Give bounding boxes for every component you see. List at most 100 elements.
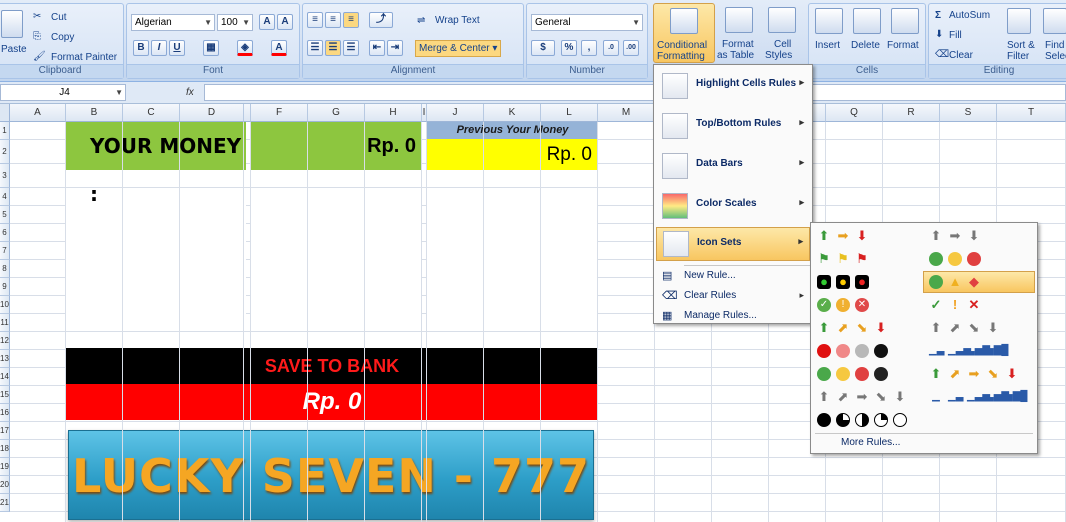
- fill-button[interactable]: Fill: [949, 30, 962, 42]
- font-color-button[interactable]: A: [271, 40, 287, 56]
- column-header[interactable]: K: [484, 104, 541, 122]
- save-to-bank-value[interactable]: Rp. 0: [66, 384, 598, 420]
- increase-decimal-button[interactable]: .0: [603, 40, 619, 56]
- your-money-cell[interactable]: YOUR MONEY :: [66, 122, 246, 206]
- paste-button[interactable]: Paste: [1, 44, 27, 56]
- align-center-button[interactable]: ☰: [325, 40, 341, 56]
- column-header[interactable]: Q: [826, 104, 883, 122]
- column-header[interactable]: R: [883, 104, 940, 122]
- align-bottom-button[interactable]: ≡: [343, 12, 359, 28]
- row-header[interactable]: 13: [0, 350, 10, 368]
- row-header[interactable]: 21: [0, 494, 10, 512]
- sort-filter-label-2[interactable]: Filter: [1007, 51, 1029, 63]
- icon-set-4-arrows-gray[interactable]: ⬆ ⬈ ⬊ ⬇: [929, 319, 1000, 337]
- percent-button[interactable]: %: [561, 40, 577, 56]
- icon-set-5-arrows-gray[interactable]: ⬆ ⬈ ➡ ⬊ ⬇: [817, 388, 907, 406]
- menu-item-top-bottom-rules[interactable]: Top/Bottom Rules ▸: [656, 109, 810, 143]
- orientation-button[interactable]: ⤴: [369, 12, 393, 28]
- icon-set-3-arrows-colored[interactable]: ⬆ ➡ ⬇: [817, 227, 869, 245]
- format-as-table-button[interactable]: Format as Table: [716, 3, 762, 63]
- row-header[interactable]: 6: [0, 224, 10, 242]
- delete-button[interactable]: Delete: [851, 40, 880, 52]
- row-header[interactable]: 10: [0, 296, 10, 314]
- column-header[interactable]: M: [598, 104, 655, 122]
- column-header[interactable]: L: [541, 104, 598, 122]
- icon-set-4-traffic-lights[interactable]: [817, 365, 888, 383]
- align-top-button[interactable]: ≡: [307, 12, 323, 28]
- formula-input[interactable]: [204, 84, 1066, 101]
- icon-set-5-ratings[interactable]: ▁ ▁▃ ▁▃▅ ▃▅▇ ▅▇█: [929, 388, 1027, 406]
- menu-item-icon-sets[interactable]: Icon Sets ▸: [656, 227, 810, 261]
- column-header[interactable]: D: [180, 104, 244, 122]
- format-painter-button[interactable]: Format Painter: [51, 52, 117, 64]
- row-header[interactable]: 16: [0, 404, 10, 422]
- column-header[interactable]: B: [66, 104, 123, 122]
- row-header[interactable]: 5: [0, 206, 10, 224]
- row-header[interactable]: 7: [0, 242, 10, 260]
- clear-button[interactable]: Clear: [949, 50, 973, 62]
- fill-color-button[interactable]: ◈: [237, 40, 253, 56]
- icon-set-5-arrows-colored[interactable]: ⬆ ⬈ ➡ ⬊ ⬇: [929, 365, 1019, 383]
- align-right-button[interactable]: ☰: [343, 40, 359, 56]
- lucky-seven-banner[interactable]: LUCKY SEVEN - 777: [68, 430, 594, 520]
- save-to-bank-label[interactable]: SAVE TO BANK: [66, 348, 598, 384]
- column-header[interactable]: J: [427, 104, 484, 122]
- row-header[interactable]: 17: [0, 422, 10, 440]
- currency-button[interactable]: $: [531, 40, 555, 56]
- icon-set-5-quarters[interactable]: [817, 411, 907, 429]
- row-header[interactable]: 1: [0, 122, 10, 140]
- column-header[interactable]: T: [997, 104, 1066, 122]
- sort-filter-icon[interactable]: [1007, 8, 1031, 34]
- fx-icon[interactable]: fx: [186, 87, 194, 99]
- icon-set-3-traffic-lights-rimmed[interactable]: ● ● ●: [817, 273, 869, 291]
- icon-set-4-arrows-colored[interactable]: ⬆ ⬈ ⬊ ⬇: [817, 319, 888, 337]
- row-header[interactable]: 3: [0, 164, 10, 188]
- icon-set-3-signs[interactable]: ▲ ◆: [923, 271, 1035, 293]
- row-header[interactable]: 19: [0, 458, 10, 476]
- row-header[interactable]: 4: [0, 188, 10, 206]
- align-middle-button[interactable]: ≡: [325, 12, 341, 28]
- delete-icon[interactable]: [853, 8, 881, 34]
- money-value-cell[interactable]: Rp. 0: [251, 122, 422, 170]
- menu-item-new-rule[interactable]: ▤ New Rule...: [656, 267, 810, 285]
- icon-set-3-flags[interactable]: ⚑ ⚑ ⚑: [817, 250, 869, 268]
- menu-item-manage-rules[interactable]: ▦ Manage Rules...: [656, 307, 810, 325]
- merge-center-button[interactable]: Merge & Center ▾: [415, 40, 502, 57]
- row-header[interactable]: 15: [0, 386, 10, 404]
- select-all-corner[interactable]: [0, 104, 10, 122]
- icon-set-3-symbols-circled[interactable]: ✓! ✕: [817, 296, 869, 314]
- column-header[interactable]: F: [251, 104, 308, 122]
- row-header[interactable]: 9: [0, 278, 10, 296]
- find-select-label-2[interactable]: Selec: [1045, 51, 1066, 63]
- row-header[interactable]: 12: [0, 332, 10, 350]
- align-left-button[interactable]: ☰: [307, 40, 323, 56]
- decrease-decimal-button[interactable]: .00: [623, 40, 639, 56]
- insert-button[interactable]: Insert: [815, 40, 840, 52]
- increase-indent-button[interactable]: ⇥: [387, 40, 403, 56]
- cell-styles-button[interactable]: Cell Styles: [762, 3, 802, 63]
- row-header[interactable]: 20: [0, 476, 10, 494]
- icon-set-4-ratings[interactable]: ▁▃ ▁▃▅ ▃▅▇ ▅▇█: [929, 342, 1008, 360]
- column-header[interactable]: S: [940, 104, 997, 122]
- row-header[interactable]: 11: [0, 314, 10, 332]
- row-header[interactable]: 8: [0, 260, 10, 278]
- name-box[interactable]: J4 ▼: [0, 84, 126, 101]
- copy-button[interactable]: Copy: [51, 32, 74, 44]
- icon-set-red-to-black[interactable]: [817, 342, 888, 360]
- column-header[interactable]: A: [10, 104, 66, 122]
- icon-set-3-symbols[interactable]: ✓! ✕: [929, 296, 981, 314]
- comma-button[interactable]: ,: [581, 40, 597, 56]
- more-rules-link[interactable]: More Rules...: [841, 437, 900, 448]
- font-size-select[interactable]: 100 ▼: [217, 14, 253, 31]
- cut-button[interactable]: Cut: [51, 12, 67, 24]
- italic-button[interactable]: I: [151, 40, 167, 56]
- format-cells-button[interactable]: Format: [887, 40, 919, 52]
- find-select-icon[interactable]: [1043, 8, 1066, 34]
- wrap-text-button[interactable]: Wrap Text: [435, 15, 480, 27]
- row-header[interactable]: 14: [0, 368, 10, 386]
- menu-item-color-scales[interactable]: Color Scales ▸: [656, 189, 810, 223]
- decrease-indent-button[interactable]: ⇤: [369, 40, 385, 56]
- menu-item-highlight-cells-rules[interactable]: Highlight Cells Rules ▸: [656, 69, 810, 103]
- menu-item-clear-rules[interactable]: ⌫ Clear Rules ▸: [656, 287, 810, 305]
- shrink-font-button[interactable]: A: [277, 14, 293, 30]
